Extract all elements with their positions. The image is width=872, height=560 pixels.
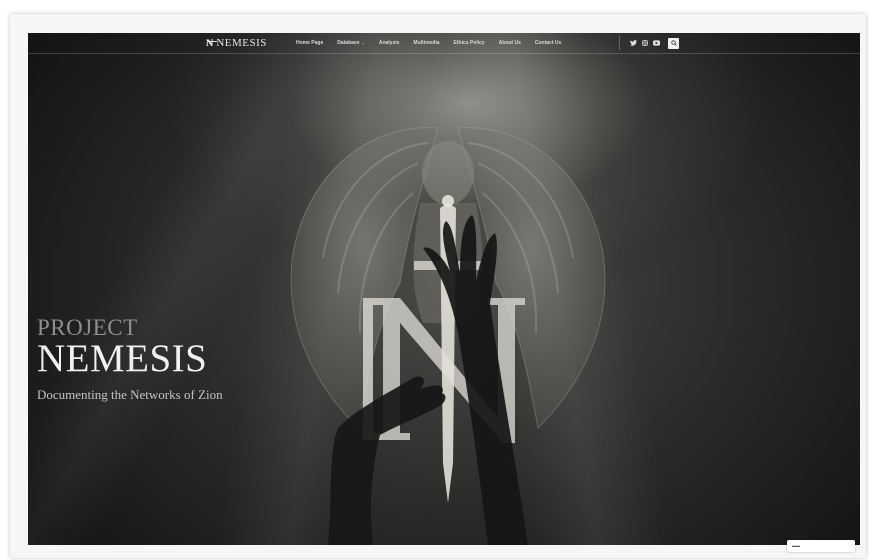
twitter-icon[interactable]	[630, 40, 637, 46]
site-logo[interactable]: ɴ̶ NEMESIS	[206, 35, 267, 51]
logo-monogram: ɴ̶	[206, 35, 213, 50]
hero-title-block: PROJECT NEMESIS Documenting the Networks…	[37, 316, 223, 403]
search-icon	[670, 40, 677, 46]
nav-database[interactable]: Database ⌄	[337, 40, 365, 46]
instagram-icon[interactable]	[642, 40, 648, 46]
chevron-down-icon: ⌄	[361, 40, 365, 45]
social-links	[630, 37, 679, 49]
hero-subtitle: Documenting the Networks of Zion	[37, 387, 223, 402]
nav-multimedia[interactable]: Multimedia	[413, 40, 439, 46]
nav-database-label: Database	[337, 40, 360, 46]
hero-section: ɴ̶ NEMESIS Home Page Database ⌄ Analysis …	[28, 33, 860, 545]
hero-title: NEMESIS	[37, 337, 208, 380]
nav-analysis[interactable]: Analysis	[379, 40, 400, 46]
search-button[interactable]	[668, 37, 679, 49]
nav-contact-us[interactable]: Contact Us	[535, 40, 561, 46]
badge-glyph: ▬▬	[792, 543, 800, 548]
main-menu: Home Page Database ⌄ Analysis Multimedia …	[296, 33, 561, 53]
nav-home-page[interactable]: Home Page	[296, 40, 323, 46]
nav-about-us[interactable]: About Us	[499, 40, 521, 46]
nav-ethics-policy[interactable]: Ethics Policy	[454, 40, 485, 46]
logo-wordmark: NEMESIS	[216, 37, 267, 49]
youtube-icon[interactable]	[653, 40, 660, 46]
top-navigation: ɴ̶ NEMESIS Home Page Database ⌄ Analysis …	[28, 33, 860, 54]
hero-kicker: PROJECT	[37, 315, 138, 340]
recaptcha-badge[interactable]: ▬▬	[787, 540, 855, 552]
angel-emblem-artwork	[290, 127, 606, 545]
nav-divider	[619, 36, 620, 50]
